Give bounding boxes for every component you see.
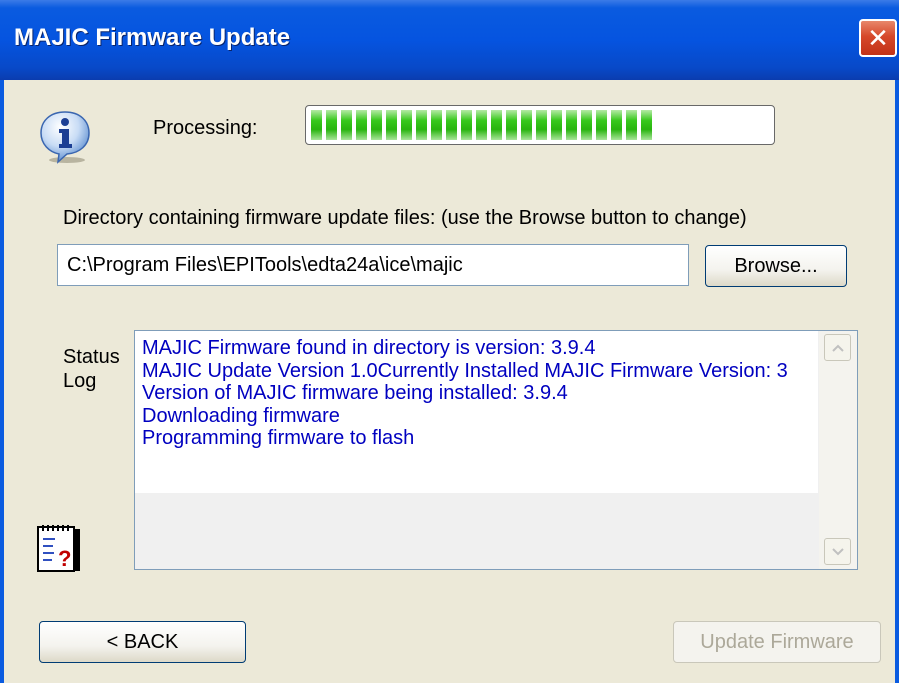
back-button[interactable]: < BACK [39,621,246,663]
progress-segment [371,110,382,140]
progress-segment [596,110,607,140]
progress-segment [536,110,547,140]
window-frame-right [895,80,899,683]
progress-segment [581,110,592,140]
close-button[interactable]: ✕ [859,19,897,57]
status-log-label: Status Log [63,345,120,393]
progress-segment [431,110,442,140]
processing-label: Processing: [153,117,258,139]
log-line: MAJIC Firmware found in directory is ver… [142,337,596,359]
info-icon [40,111,90,164]
progress-bar [305,105,775,145]
progress-segment [506,110,517,140]
progress-segment [401,110,412,140]
log-label-line: Log [63,370,97,392]
progress-segment [311,110,322,140]
svg-text:?: ? [58,546,71,571]
browse-button[interactable]: Browse... [705,245,847,287]
progress-segment [626,110,637,140]
update-firmware-button[interactable]: Update Firmware [673,621,881,663]
progress-segment [416,110,427,140]
progress-segment [461,110,472,140]
progress-segment [476,110,487,140]
chevron-down-icon [831,547,844,555]
progress-segment [341,110,352,140]
title-bar[interactable]: MAJIC Firmware Update ✕ [0,0,899,80]
progress-segment [641,110,652,140]
directory-label: Directory containing firmware update fil… [63,207,747,229]
scroll-down-button[interactable] [824,538,851,565]
log-line: Downloading firmware [142,404,340,427]
notepad-help-icon[interactable]: ? [37,524,83,574]
status-label-line: Status [63,346,120,368]
window-title: MAJIC Firmware Update [14,24,291,51]
progress-segment [611,110,622,140]
progress-segment [521,110,532,140]
chevron-up-icon [831,344,844,352]
progress-segment [491,110,502,140]
progress-segment [551,110,562,140]
log-line: MAJIC Update Version 1.0Currently Instal… [142,359,788,382]
status-log-text: MAJIC Firmware found in directory is ver… [135,331,818,493]
progress-segment [386,110,397,140]
progress-segment [356,110,367,140]
progress-segment [566,110,577,140]
progress-segment [326,110,337,140]
status-log[interactable]: MAJIC Firmware found in directory is ver… [134,330,858,570]
log-scrollbar[interactable] [819,331,857,569]
log-line: Programming firmware to flash [142,427,415,449]
scroll-up-button[interactable] [824,334,851,361]
progress-segment [446,110,457,140]
window-frame-left [0,80,4,683]
directory-input[interactable]: C:\Program Files\EPITools\edta24a\ice\ma… [57,244,689,286]
log-line: Version of MAJIC firmware being installe… [142,382,568,404]
close-icon: ✕ [867,23,889,53]
